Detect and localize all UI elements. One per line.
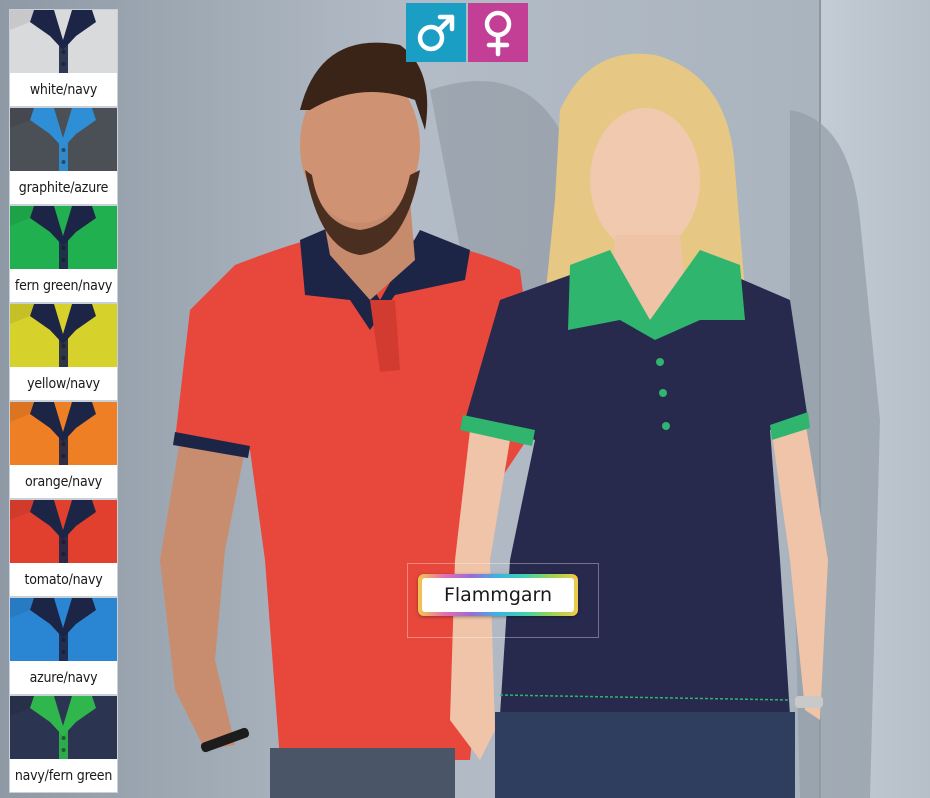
- swatch-label: azure/navy: [29, 670, 98, 686]
- color-swatch[interactable]: yellow/navy: [9, 303, 118, 401]
- male-filter-button[interactable]: [406, 3, 466, 62]
- swatch-label: yellow/navy: [27, 376, 100, 392]
- flammgarn-badge-label: Flammgarn: [422, 578, 574, 612]
- polo-collar-thumbnail: [10, 10, 117, 73]
- color-swatch[interactable]: navy/fern green: [9, 695, 118, 793]
- polo-collar-thumbnail: [10, 402, 117, 465]
- color-swatch[interactable]: fern green/navy: [9, 205, 118, 303]
- models-illustration: [0, 0, 930, 798]
- polo-collar-thumbnail: [10, 500, 117, 563]
- color-swatch[interactable]: tomato/navy: [9, 499, 118, 597]
- swatch-label: graphite/azure: [18, 180, 109, 196]
- swatch-label: white/navy: [29, 82, 98, 98]
- product-photo: [0, 0, 930, 798]
- swatch-label: fern green/navy: [14, 278, 113, 294]
- polo-collar-thumbnail: [10, 206, 117, 269]
- color-swatch[interactable]: graphite/azure: [9, 107, 118, 205]
- male-symbol-icon: [417, 14, 455, 51]
- polo-collar-thumbnail: [10, 108, 117, 171]
- female-symbol-icon: [484, 10, 512, 56]
- polo-collar-thumbnail: [10, 304, 117, 367]
- swatch-label: tomato/navy: [24, 572, 103, 588]
- color-swatch[interactable]: white/navy: [9, 9, 118, 107]
- female-filter-button[interactable]: [468, 3, 528, 62]
- polo-collar-thumbnail: [10, 696, 117, 759]
- color-swatch[interactable]: orange/navy: [9, 401, 118, 499]
- flammgarn-badge[interactable]: Flammgarn: [418, 574, 578, 616]
- color-swatch-list: white/navy graphite/azure fern green/navy y…: [9, 9, 118, 793]
- color-swatch[interactable]: azure/navy: [9, 597, 118, 695]
- swatch-label: navy/fern green: [14, 768, 113, 784]
- polo-collar-thumbnail: [10, 598, 117, 661]
- swatch-label: orange/navy: [25, 474, 102, 490]
